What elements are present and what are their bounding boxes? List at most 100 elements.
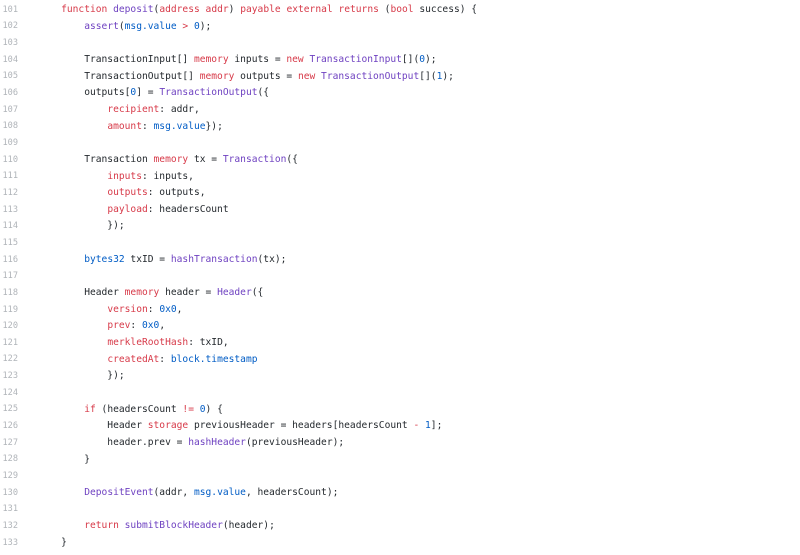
code-line: 128 } xyxy=(0,451,800,468)
code-token: }); xyxy=(38,370,125,382)
code-line: 116 bytes32 txID = hashTransaction(tx); xyxy=(0,251,800,268)
code-token: : xyxy=(130,320,142,332)
code-token: assert xyxy=(84,20,119,32)
code-token: merkleRootHash xyxy=(107,337,189,349)
line-number: 126 xyxy=(2,421,18,432)
line-number: 125 xyxy=(2,404,18,415)
code-token: inputs xyxy=(107,170,142,182)
line-number: 105 xyxy=(2,71,18,82)
code-token: msg.value xyxy=(153,120,206,132)
code-token: returns xyxy=(338,4,379,16)
code-token: txID = xyxy=(124,253,171,265)
code-token: msg.value xyxy=(193,486,246,498)
code-line: 133 } xyxy=(0,534,800,551)
code-text: if (headersCount != 0) { xyxy=(38,403,223,415)
code-token: ( xyxy=(378,4,391,16)
code-token: recipient xyxy=(107,103,160,115)
code-token: outputs[ xyxy=(38,87,131,99)
code-token: Header xyxy=(38,287,125,299)
code-token: storage xyxy=(147,420,189,432)
code-text: merkleRootHash: txID, xyxy=(38,337,228,349)
code-token: new xyxy=(286,53,304,65)
code-line: 114 }); xyxy=(0,218,800,235)
code-token: : xyxy=(147,303,160,315)
code-token: : xyxy=(141,120,154,132)
code-token: TransactionOutput xyxy=(159,87,258,99)
code-line: 120 prev: 0x0, xyxy=(0,318,800,335)
line-number: 124 xyxy=(2,387,18,398)
code-line: 106 outputs[0] = TransactionOutput({ xyxy=(0,85,800,102)
code-token: : headersCount xyxy=(147,203,229,215)
code-token: memory xyxy=(199,70,235,82)
code-token: (addr, xyxy=(153,486,194,498)
code-line: 130 DepositEvent(addr, msg.value, header… xyxy=(0,484,800,501)
code-token: Header xyxy=(38,420,148,432)
line-number: 128 xyxy=(2,454,18,465)
code-token: deposit xyxy=(113,4,154,16)
code-token: hashTransaction xyxy=(170,253,258,265)
code-token: version xyxy=(107,303,148,315)
code-token: 0x0 xyxy=(141,320,160,332)
code-token: inputs = xyxy=(228,53,287,65)
line-number: 120 xyxy=(2,321,18,332)
code-token: TransactionInput[] xyxy=(38,53,194,65)
code-text: }); xyxy=(38,370,125,382)
code-token: ] = xyxy=(136,87,160,99)
code-token: : xyxy=(159,353,171,365)
code-token: addr xyxy=(205,4,229,16)
code-token: Header xyxy=(217,287,252,299)
code-text: recipient: addr, xyxy=(38,103,199,115)
code-text: TransactionInput[] memory inputs = new T… xyxy=(38,53,436,65)
line-number: 104 xyxy=(2,54,18,65)
code-text: bytes32 txID = hashTransaction(tx); xyxy=(38,253,286,265)
line-number: 110 xyxy=(2,154,18,165)
code-token: DepositEvent xyxy=(84,486,154,498)
line-number: 119 xyxy=(2,304,18,315)
line-number: 117 xyxy=(2,271,18,282)
code-line: 121 merkleRootHash: txID, xyxy=(0,335,800,352)
code-token: []( xyxy=(419,70,437,82)
code-text: prev: 0x0, xyxy=(38,321,165,331)
code-token: (headersCount xyxy=(95,403,183,415)
code-token: []( xyxy=(401,53,420,65)
code-line: 129 xyxy=(0,468,800,485)
code-text: createdAt: block.timestamp xyxy=(38,353,257,365)
line-number: 118 xyxy=(2,287,18,298)
code-text: Transaction memory tx = Transaction({ xyxy=(38,155,298,165)
line-number: 129 xyxy=(2,471,18,481)
code-token: prev xyxy=(107,320,131,332)
code-token: msg.value xyxy=(124,20,177,32)
code-text: return submitBlockHeader(header); xyxy=(38,521,275,531)
code-token: header.prev = xyxy=(38,436,189,448)
code-line: 113 payload: headersCount xyxy=(0,201,800,218)
code-line: 118 Header memory header = Header({ xyxy=(0,285,800,302)
code-token: memory xyxy=(153,153,189,165)
code-line: 101 function deposit (address addr) payab… xyxy=(0,2,800,19)
code-line: 110 Transaction memory tx = Transaction(… xyxy=(0,151,800,168)
line-number: 122 xyxy=(2,354,18,365)
code-text: assert(msg.value > 0); xyxy=(38,20,211,32)
code-view: 101 function deposit (address addr) payab… xyxy=(0,0,800,555)
line-number: 101 xyxy=(2,4,18,15)
code-token: > xyxy=(176,20,194,32)
code-line: 115 xyxy=(0,235,800,252)
code-line: 119 version: 0x0, xyxy=(0,301,800,318)
code-token: bytes32 xyxy=(84,253,125,265)
code-token: } xyxy=(38,453,90,465)
line-number: 108 xyxy=(2,121,18,132)
code-line: 105 TransactionOutput[] memory outputs =… xyxy=(0,68,800,85)
code-token: }); xyxy=(205,120,223,132)
code-token: amount xyxy=(107,120,142,132)
code-token: createdAt xyxy=(107,353,160,365)
